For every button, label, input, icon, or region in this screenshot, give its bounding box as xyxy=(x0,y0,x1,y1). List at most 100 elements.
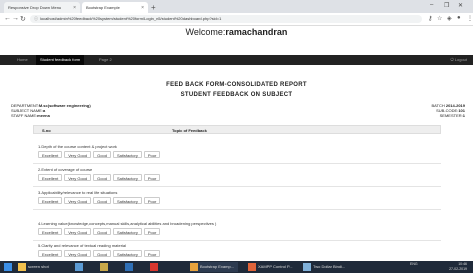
back-icon[interactable]: ← xyxy=(4,15,11,22)
feedback-question: 3.Applicability/relevance to real life s… xyxy=(38,190,438,204)
logout-label: Logout xyxy=(454,57,467,62)
option-excellent[interactable]: Excellent xyxy=(38,197,63,204)
row-divider xyxy=(33,209,441,210)
column-header-topic: Topic of Feedback xyxy=(172,128,207,133)
chrome-icon xyxy=(190,262,198,271)
nav-student-feedback-form[interactable]: Student feedback form xyxy=(36,55,85,65)
rating-options: Excellent Very Good Good Satisfactory Po… xyxy=(38,151,438,158)
folder-icon xyxy=(18,262,26,271)
option-poor[interactable]: Poor xyxy=(143,228,161,235)
option-excellent[interactable]: Excellent xyxy=(38,228,63,235)
start-button[interactable] xyxy=(4,262,14,272)
nav-page-2[interactable]: Page 2 xyxy=(95,55,116,65)
app-icon xyxy=(100,262,108,271)
minimize-icon[interactable]: – xyxy=(430,2,433,8)
info-icon: ⓘ xyxy=(34,16,38,21)
staff-value: meena xyxy=(37,113,50,118)
report-title: FEED BACK FORM-CONSOLIDATED REPORT xyxy=(166,82,307,88)
feedback-question: 4.Learning value(knowledge,concepts,manu… xyxy=(38,221,438,235)
account-icon[interactable]: ● xyxy=(457,15,461,21)
option-good[interactable]: Good xyxy=(93,151,111,158)
rating-options: Excellent Very Good Good Satisfactory Po… xyxy=(38,228,438,235)
option-very-good[interactable]: Very Good xyxy=(64,174,92,181)
taskbar-label: Two Dollar Bindi... xyxy=(313,264,346,269)
report-subtitle: STUDENT FEEDBACK ON SUBJECT xyxy=(180,92,293,98)
tab-title: Bootstrap Example xyxy=(86,5,120,10)
option-poor[interactable]: Poor xyxy=(143,197,161,204)
option-good[interactable]: Good xyxy=(93,197,111,204)
option-good[interactable]: Good xyxy=(93,250,111,257)
option-satisfactory[interactable]: Satisfactory xyxy=(112,250,142,257)
option-excellent[interactable]: Excellent xyxy=(38,151,63,158)
browser-tab-dropdown-menu[interactable]: Responsive Drop Down Menu × xyxy=(4,2,80,13)
semester-line: SEMESTER:1 xyxy=(440,113,465,118)
option-excellent[interactable]: Excellent xyxy=(38,250,63,257)
taskbar-media[interactable] xyxy=(150,262,160,272)
row-divider xyxy=(33,186,441,187)
taskbar-label: Bootstrap Examp... xyxy=(200,264,235,269)
staff-line: STAFF NAME:meena xyxy=(11,113,50,118)
option-satisfactory[interactable]: Satisfactory xyxy=(112,228,142,235)
maximize-icon[interactable]: ❐ xyxy=(444,2,449,9)
option-poor[interactable]: Poor xyxy=(143,174,161,181)
tab-title: Responsive Drop Down Menu xyxy=(8,5,62,10)
option-very-good[interactable]: Very Good xyxy=(64,228,92,235)
taskbar-photoshop[interactable] xyxy=(125,262,135,272)
taskbar-item-screenshot[interactable]: screen shot xyxy=(18,262,54,272)
option-excellent[interactable]: Excellent xyxy=(38,174,63,181)
question-text: 3.Applicability/relevance to real life s… xyxy=(38,190,118,195)
question-text: 1.Depth of the course content & project … xyxy=(38,144,117,149)
windows-taskbar: screen shot Bootstrap Examp... XAMPP Con… xyxy=(0,261,473,273)
option-poor[interactable]: Poor xyxy=(143,250,161,257)
option-very-good[interactable]: Very Good xyxy=(64,151,92,158)
rating-options: Excellent Very Good Good Satisfactory Po… xyxy=(38,197,438,204)
browser-tab-bootstrap[interactable]: Bootstrap Example × xyxy=(82,2,148,13)
notepad-icon xyxy=(303,262,311,271)
option-satisfactory[interactable]: Satisfactory xyxy=(112,151,142,158)
taskbar-item-xampp[interactable]: XAMPP Control P... xyxy=(248,262,296,272)
question-text: 2.Extent of coverage of course xyxy=(38,167,93,172)
clock[interactable]: 10:46 27-02-2019 xyxy=(437,262,467,272)
option-satisfactory[interactable]: Satisfactory xyxy=(112,197,142,204)
option-very-good[interactable]: Very Good xyxy=(64,250,92,257)
welcome-prefix: Welcome: xyxy=(185,27,226,37)
menu-icon[interactable]: ⋮ xyxy=(467,15,473,22)
key-icon[interactable]: ⚷ xyxy=(428,15,432,22)
question-text: 5.Clarity and relevance of textual readi… xyxy=(38,243,127,248)
question-text: 4.Learning value(knowledge,concepts,manu… xyxy=(38,221,217,226)
nav-home[interactable]: Home xyxy=(13,55,32,65)
staff-label: STAFF NAME: xyxy=(11,113,38,118)
forward-icon[interactable]: → xyxy=(12,15,19,22)
url-field[interactable]: ⓘ localhost/admin%20feedback%20system/stu… xyxy=(30,15,422,23)
taskbar-item-bootstrap[interactable]: Bootstrap Examp... xyxy=(190,262,238,272)
reload-icon[interactable]: ↻ xyxy=(20,15,26,23)
extension-icon[interactable]: ◈ xyxy=(447,15,452,22)
feedback-table-header: S.no Topic of Feedback xyxy=(33,125,441,134)
taskbar-app[interactable] xyxy=(100,262,110,272)
option-poor[interactable]: Poor xyxy=(143,151,161,158)
rating-options: Excellent Very Good Good Satisfactory Po… xyxy=(38,250,438,257)
taskbar-label: XAMPP Control P... xyxy=(258,264,293,269)
semester-label: SEMESTER: xyxy=(439,113,463,118)
close-window-icon[interactable]: ✕ xyxy=(458,2,463,9)
welcome-heading: Welcome:ramachandran xyxy=(0,25,473,39)
photoshop-icon xyxy=(125,262,133,271)
clock-date: 27-02-2019 xyxy=(449,267,467,271)
option-good[interactable]: Good xyxy=(93,174,111,181)
option-very-good[interactable]: Very Good xyxy=(64,197,92,204)
rating-options: Excellent Very Good Good Satisfactory Po… xyxy=(38,174,438,181)
site-navbar: Home Student feedback form Page 2 ⏻ Logo… xyxy=(0,55,473,65)
close-tab-icon[interactable]: × xyxy=(141,5,144,11)
option-satisfactory[interactable]: Satisfactory xyxy=(112,174,142,181)
option-good[interactable]: Good xyxy=(93,228,111,235)
taskbar-explorer[interactable] xyxy=(75,262,85,272)
language-indicator[interactable]: ENG xyxy=(410,262,418,267)
taskbar-item-notepad[interactable]: Two Dollar Bindi... xyxy=(303,262,351,272)
logout-link[interactable]: ⏻ Logout xyxy=(450,55,467,65)
welcome-user: ramachandran xyxy=(225,27,288,37)
explorer-icon xyxy=(75,262,83,271)
star-icon[interactable]: ☆ xyxy=(437,15,442,22)
close-tab-icon[interactable]: × xyxy=(73,5,76,11)
feedback-question: 1.Depth of the course content & project … xyxy=(38,144,438,158)
new-tab-button[interactable]: + xyxy=(151,3,156,12)
